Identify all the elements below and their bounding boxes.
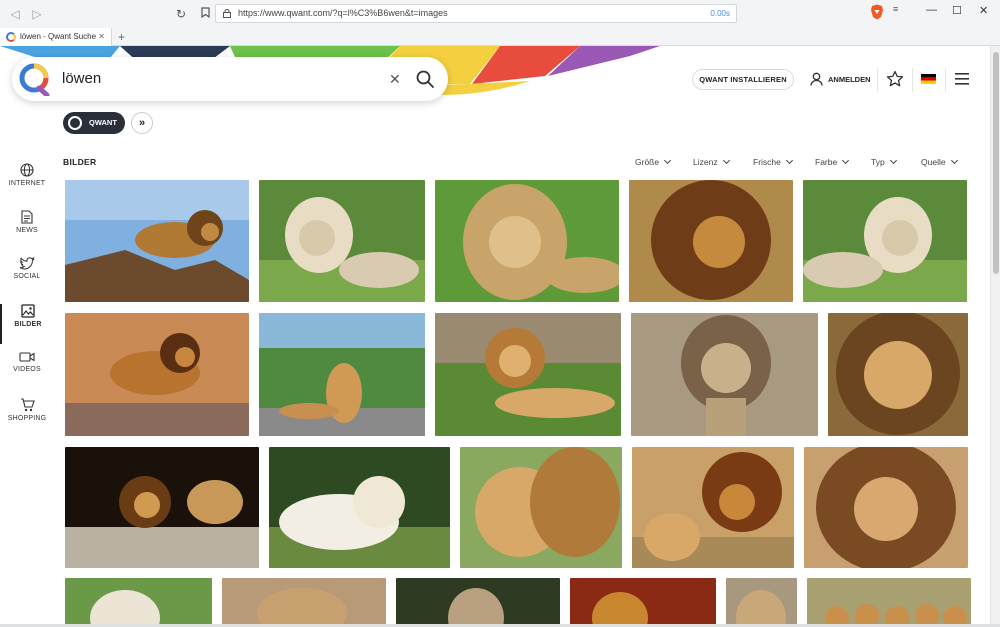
german-flag-icon[interactable] (921, 74, 936, 84)
image-result[interactable] (269, 447, 450, 568)
sidebar-item-internet[interactable]: INTERNET (0, 163, 54, 203)
bookmark-icon[interactable] (196, 6, 214, 22)
browser-chrome: ◁ ▷ ↻ https://www.qwant.com/?q=l%C3%B6we… (0, 0, 1000, 46)
image-result[interactable] (631, 313, 818, 436)
sidebar-item-label: SHOPPING (7, 415, 47, 422)
image-result[interactable] (396, 578, 560, 627)
image-result[interactable] (65, 180, 249, 302)
image-result[interactable] (804, 447, 968, 568)
header-divider (912, 68, 913, 92)
image-result[interactable] (807, 578, 971, 627)
sidebar-item-social[interactable]: SOCIAL (0, 257, 54, 297)
image-result[interactable] (65, 578, 212, 627)
address-url: https://www.qwant.com/?q=l%C3%B6wen&t=im… (238, 8, 448, 18)
install-qwant-button[interactable]: QWANT INSTALLIEREN (692, 69, 794, 90)
image-result[interactable] (828, 313, 968, 436)
header-divider (945, 68, 946, 92)
document-icon (21, 210, 33, 224)
image-result[interactable] (435, 180, 619, 302)
login-button[interactable]: ANMELDEN (810, 69, 871, 90)
user-icon (810, 72, 823, 86)
qwant-page: löwen ✕ QWANT INSTALLIEREN ANMELDEN QWAN… (0, 46, 1000, 627)
more-engines-button[interactable]: » (131, 112, 153, 134)
qwant-logo-icon[interactable] (17, 62, 51, 96)
filter-groesse[interactable]: Größe (635, 156, 672, 167)
image-result[interactable] (726, 578, 797, 627)
search-input[interactable]: löwen (62, 57, 101, 101)
lock-icon (223, 9, 231, 18)
tab-strip: löwen - Qwant Suche ✕ + (0, 28, 1000, 46)
maximize-icon[interactable]: ☐ (952, 4, 962, 17)
sidebar-item-shopping[interactable]: SHOPPING (0, 398, 54, 438)
back-icon[interactable]: ◁ (6, 6, 24, 22)
section-title: BILDER (63, 157, 97, 167)
tab-close-icon[interactable]: ✕ (98, 28, 105, 46)
sidebar-item-label: SOCIAL (13, 273, 41, 280)
sidebar-item-videos[interactable]: VIDEOS (0, 351, 54, 391)
globe-icon (20, 163, 34, 177)
filter-typ[interactable]: Typ (871, 156, 897, 167)
qwant-engine-button[interactable]: QWANT (63, 112, 125, 134)
page-scrollbar[interactable] (990, 46, 1000, 627)
image-result[interactable] (632, 447, 794, 568)
tab-title: löwen - Qwant Suche (20, 32, 97, 41)
filter-quelle[interactable]: Quelle (921, 156, 958, 167)
qwant-engine-label: QWANT (89, 118, 117, 127)
cart-icon (20, 398, 35, 412)
video-icon (19, 352, 35, 362)
brave-shield-icon[interactable] (870, 4, 884, 20)
star-icon[interactable] (886, 70, 904, 88)
sidebar-item-bilder[interactable]: BILDER (0, 304, 54, 344)
login-label: ANMELDEN (828, 75, 871, 84)
forward-icon[interactable]: ▷ (28, 6, 46, 22)
qwant-favicon-icon (6, 32, 16, 42)
clear-search-icon[interactable]: ✕ (389, 57, 401, 101)
search-icon[interactable] (415, 69, 435, 89)
filter-frische[interactable]: Frische (753, 156, 793, 167)
image-result[interactable] (259, 180, 425, 302)
reload-icon[interactable]: ↻ (172, 6, 190, 22)
close-window-icon[interactable]: ✕ (979, 4, 988, 17)
minimize-icon[interactable]: — (926, 4, 937, 16)
twitter-icon (19, 257, 34, 270)
sidebar-item-label: BILDER (14, 321, 42, 328)
image-icon (21, 304, 35, 318)
image-result[interactable] (629, 180, 793, 302)
sidebar-item-label: INTERNET (8, 180, 46, 187)
search-box[interactable]: löwen ✕ (12, 57, 448, 101)
filter-farbe[interactable]: Farbe (815, 156, 850, 167)
image-result[interactable] (65, 313, 249, 436)
qwant-q-icon (68, 116, 82, 130)
sidebar-item-label: NEWS (16, 227, 38, 234)
image-result[interactable] (222, 578, 386, 627)
scrollbar-thumb[interactable] (993, 52, 999, 274)
address-bar[interactable]: https://www.qwant.com/?q=l%C3%B6wen&t=im… (215, 4, 737, 23)
image-result[interactable] (435, 313, 621, 436)
filter-lizenz[interactable]: Lizenz (693, 156, 730, 167)
image-result[interactable] (570, 578, 716, 627)
hamburger-menu-icon[interactable] (955, 73, 969, 85)
image-result[interactable] (65, 447, 259, 568)
sidebar-item-label: VIDEOS (13, 366, 41, 373)
image-result[interactable] (803, 180, 967, 302)
image-result[interactable] (460, 447, 622, 568)
sidebar-item-news[interactable]: NEWS (0, 210, 54, 250)
header-divider (877, 68, 878, 92)
load-time: 0.00s (710, 9, 730, 18)
menu-dots-icon[interactable]: ≡ (893, 4, 898, 14)
image-result[interactable] (259, 313, 425, 436)
tab-active[interactable]: löwen - Qwant Suche ✕ (0, 28, 112, 46)
new-tab-icon[interactable]: + (118, 28, 125, 46)
